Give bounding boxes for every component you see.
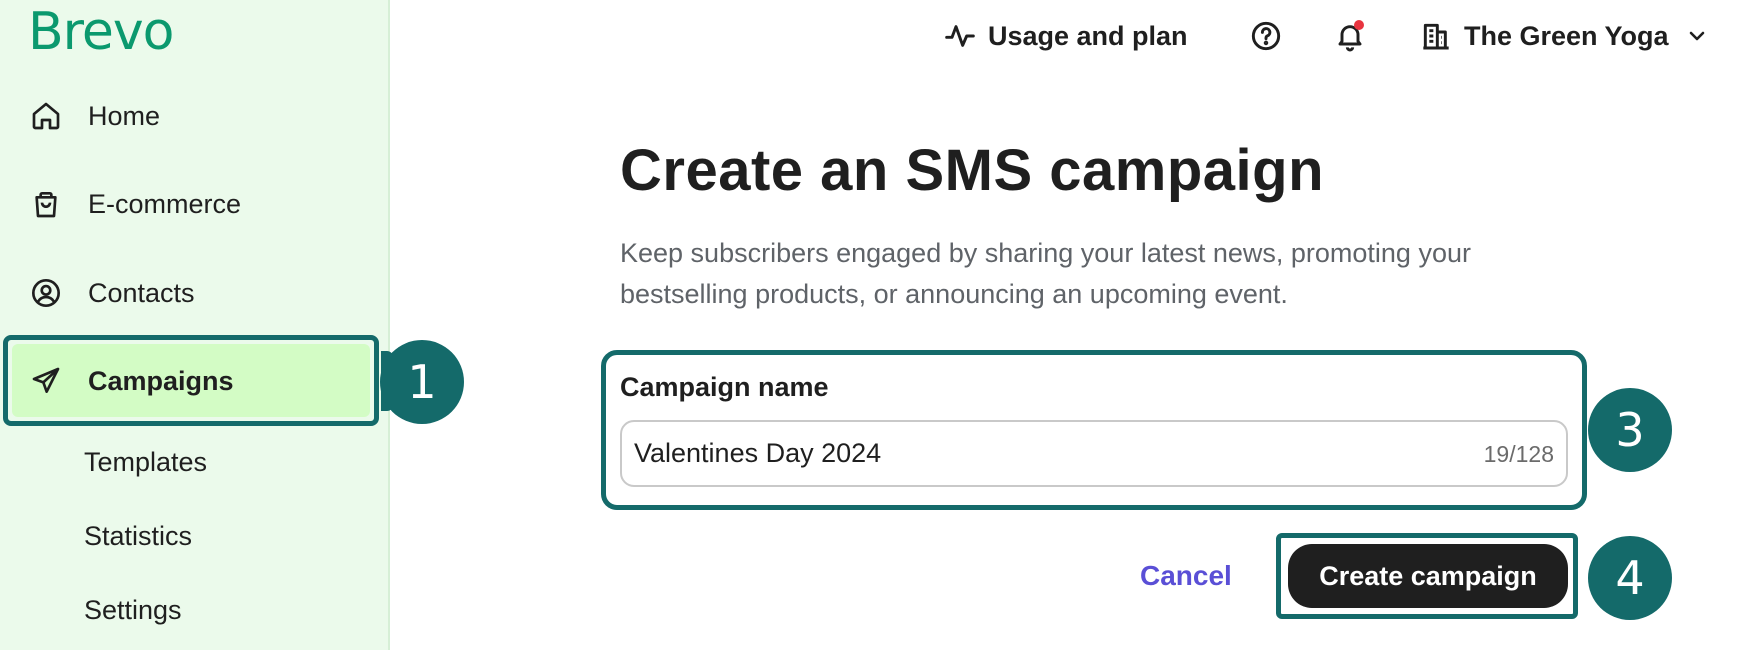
- help-icon: [1250, 20, 1282, 52]
- campaign-name-label: Campaign name: [620, 372, 829, 402]
- step-badge-4: 4: [1588, 536, 1672, 620]
- sidebar-subitem-settings[interactable]: Settings: [84, 595, 182, 626]
- sidebar-item-ecommerce[interactable]: E-commerce: [28, 186, 241, 222]
- step-badge-1: 1: [380, 340, 464, 424]
- sidebar-subitem-statistics[interactable]: Statistics: [84, 521, 192, 552]
- usage-and-plan-label: Usage and plan: [988, 20, 1188, 51]
- building-icon: [1420, 20, 1452, 52]
- character-counter: 19/128: [1483, 441, 1554, 467]
- bell-icon: [1334, 20, 1366, 52]
- sidebar-item-label: Campaigns: [88, 365, 234, 396]
- cancel-button[interactable]: Cancel: [1140, 560, 1232, 592]
- send-icon: [28, 363, 64, 399]
- sidebar-item-label: Home: [88, 100, 161, 131]
- sidebar-item-campaigns[interactable]: Campaigns: [28, 363, 234, 399]
- home-icon: [28, 98, 64, 134]
- create-campaign-button[interactable]: Create campaign: [1288, 544, 1568, 608]
- account-name: The Green Yoga: [1464, 20, 1669, 51]
- campaign-name-input[interactable]: [634, 422, 1414, 485]
- help-button[interactable]: [1250, 20, 1282, 52]
- sidebar-item-home[interactable]: Home: [28, 98, 160, 134]
- notifications-button[interactable]: [1334, 20, 1366, 52]
- sidebar-item-label: E-commerce: [88, 188, 242, 219]
- notification-dot: [1354, 20, 1364, 30]
- activity-icon: [944, 20, 976, 52]
- page-description: Keep subscribers engaged by sharing your…: [620, 238, 1471, 309]
- sidebar-item-contacts[interactable]: Contacts: [28, 275, 195, 311]
- step-badge-3: 3: [1588, 388, 1672, 472]
- usage-and-plan-link[interactable]: Usage and plan: [944, 20, 1188, 52]
- sidebar-subitem-templates[interactable]: Templates: [84, 447, 207, 478]
- sidebar: Brevo Home E-commerce Contacts Campaigns…: [0, 0, 390, 650]
- campaign-name-field: 19/128: [620, 420, 1568, 487]
- contact-circle-icon: [28, 275, 64, 311]
- sidebar-item-label: Contacts: [88, 277, 195, 308]
- brevo-logo[interactable]: Brevo: [28, 2, 174, 62]
- page-title: Create an SMS campaign: [620, 138, 1324, 203]
- account-switcher[interactable]: The Green Yoga: [1420, 20, 1709, 52]
- chevron-down-icon: [1685, 24, 1709, 48]
- shopping-bag-icon: [28, 186, 64, 222]
